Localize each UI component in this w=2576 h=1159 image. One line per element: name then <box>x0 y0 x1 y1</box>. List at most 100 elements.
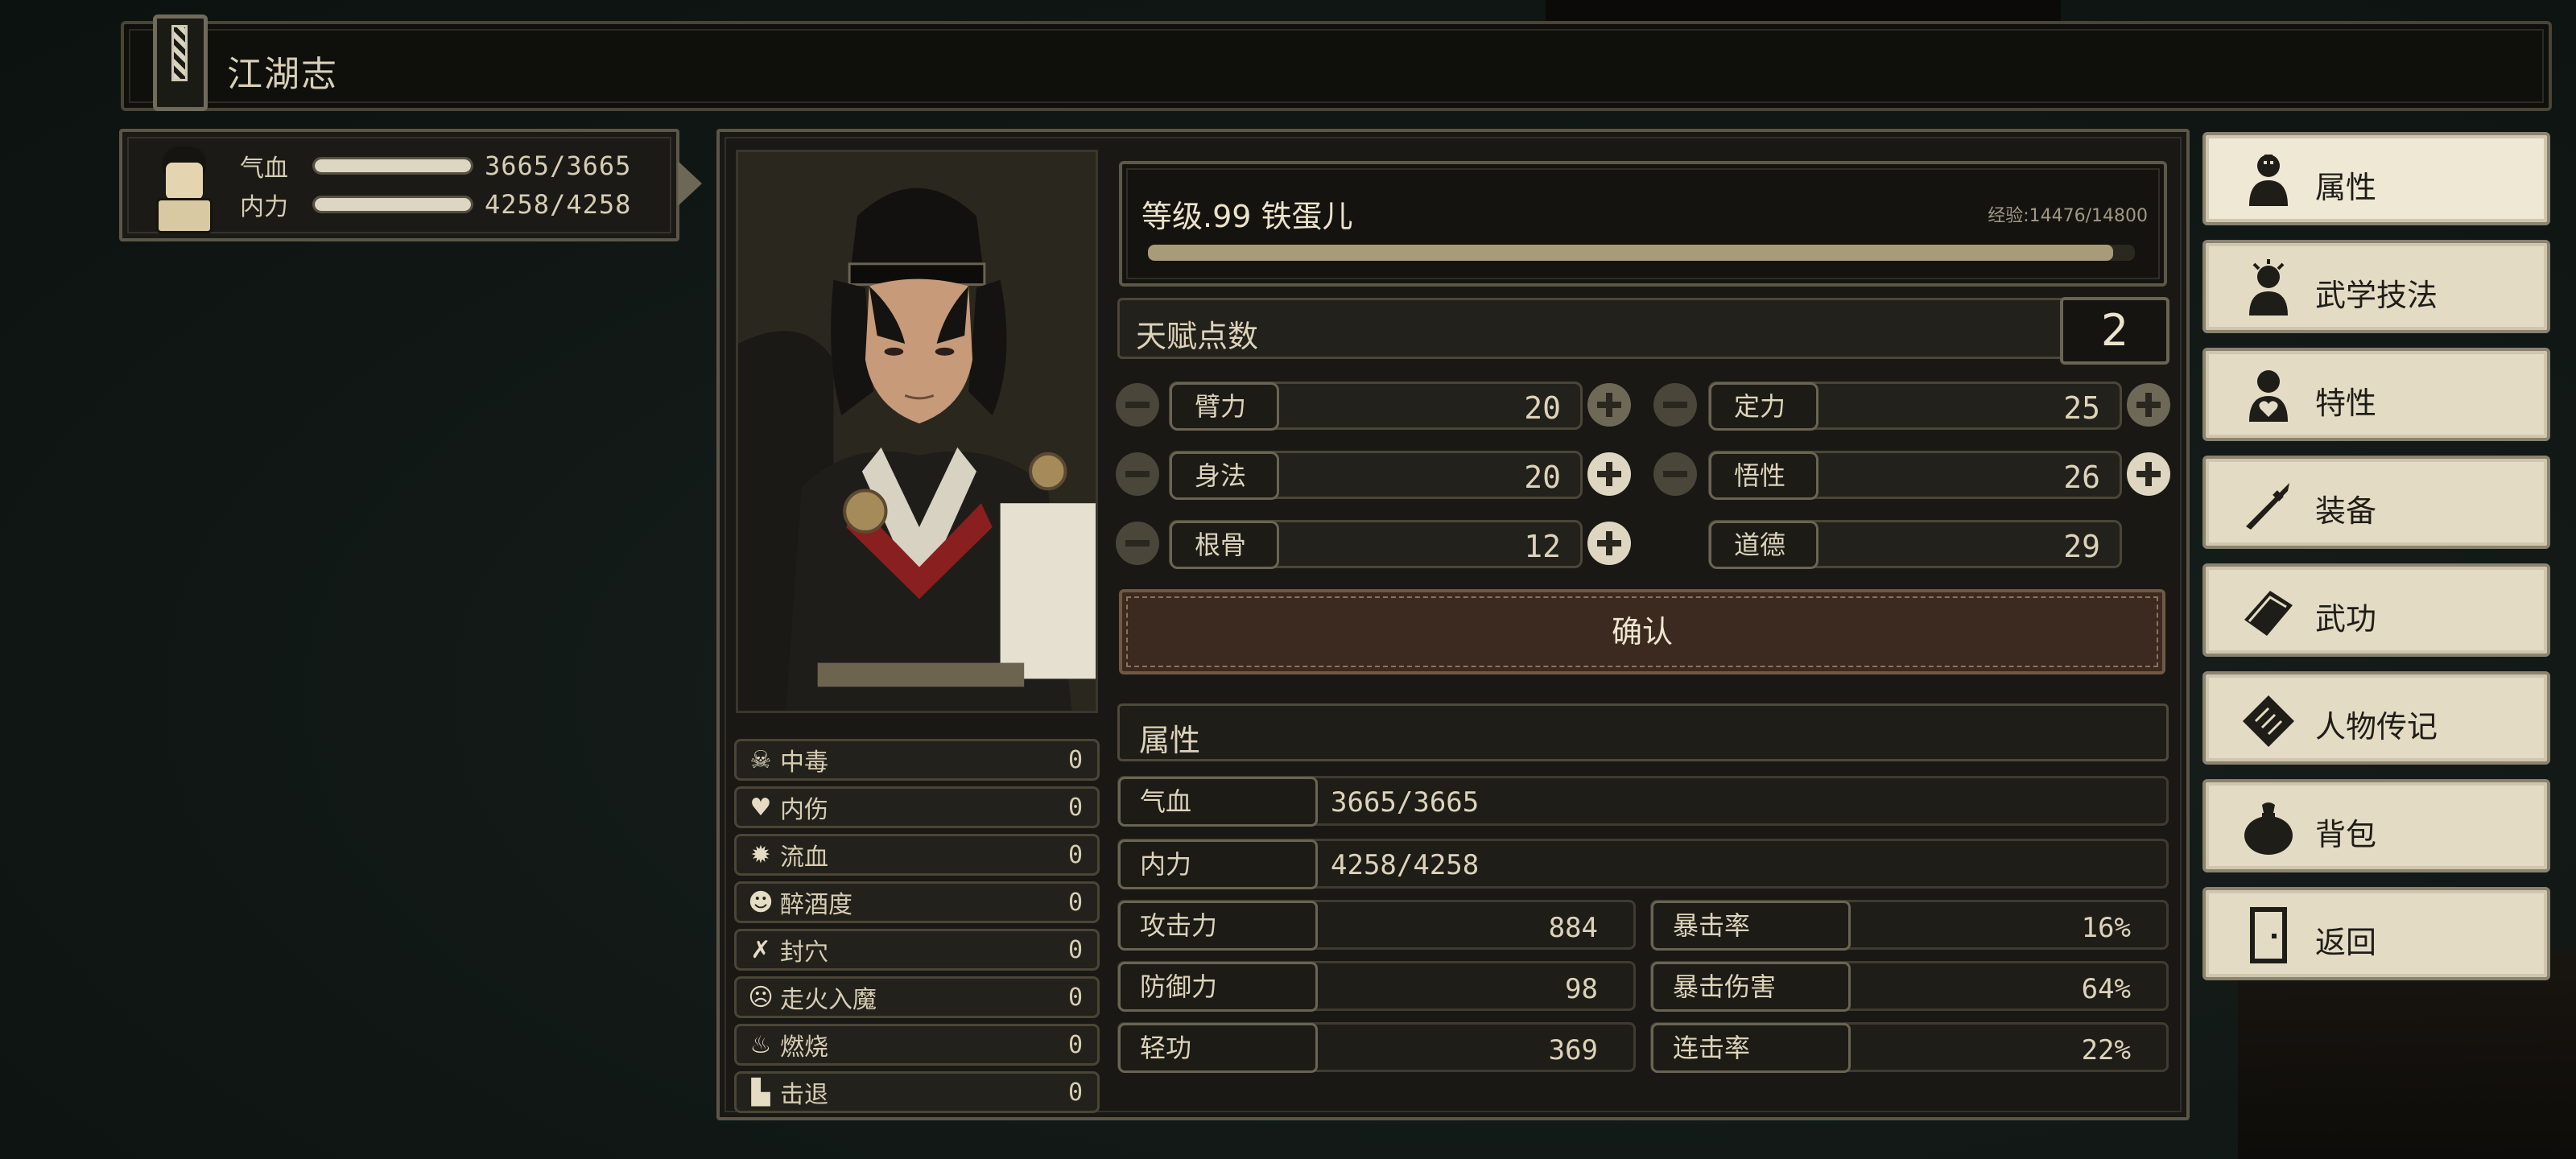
character-mini-panel[interactable]: 气血 3665/3665 内力 4258/4258 <box>119 129 679 241</box>
menu-label: 返回 <box>2315 925 2377 960</box>
status-qi-deviation: ☹ 走火入魔 0 <box>734 976 1100 1018</box>
menu-label: 特性 <box>2315 386 2377 421</box>
status-name: 醉酒度 <box>780 891 852 919</box>
menu-bag-button[interactable]: 背包 <box>2202 779 2550 872</box>
status-value: 0 <box>1067 983 1083 1012</box>
heart-person-icon <box>2249 370 2288 422</box>
mini-mp-value: 4258/4258 <box>485 189 632 220</box>
stat-qinggong: 轻功 369 <box>1117 1022 1636 1073</box>
martial-person-icon <box>2249 259 2288 316</box>
stat-label: 暴击率 <box>1651 901 1851 951</box>
status-value: 0 <box>1067 1030 1083 1059</box>
stat-value: 884 <box>1548 912 1598 944</box>
menu-martial-skills-button[interactable]: 武学技法 <box>2202 240 2550 333</box>
decrease-constitution-button[interactable] <box>1116 522 1159 565</box>
menu-equipment-button[interactable]: 装备 <box>2202 456 2550 549</box>
increase-composure-button[interactable] <box>2127 383 2170 427</box>
exp-text: 经验:14476/14800 <box>1988 206 2148 226</box>
status-name: 燃烧 <box>780 1033 828 1062</box>
status-name: 内伤 <box>780 796 828 824</box>
menu-label: 背包 <box>2315 817 2377 852</box>
stat-label: 内力 <box>1118 839 1318 889</box>
menu-biography-button[interactable]: 人物传记 <box>2202 671 2550 765</box>
attr-value: 20 <box>1524 460 1561 495</box>
menu-attributes-button[interactable]: 属性 <box>2202 132 2550 225</box>
attr-value: 12 <box>1524 529 1561 564</box>
drunk-face-icon: ☻ <box>748 888 774 917</box>
stat-defense: 防御力 98 <box>1117 961 1636 1012</box>
stat-value: 4258/4258 <box>1331 849 1480 881</box>
scroll-book-icon <box>2244 591 2293 636</box>
stat-label: 暴击伤害 <box>1651 962 1851 1012</box>
stat-crit-damage: 暴击伤害 64% <box>1650 961 2169 1012</box>
stat-value: 98 <box>1565 973 1598 1005</box>
decrease-agility-button[interactable] <box>1116 452 1159 496</box>
stat-crit-rate: 暴击率 16% <box>1650 900 2169 951</box>
stat-mp: 内力 4258/4258 <box>1117 839 2169 889</box>
door-icon <box>2250 907 2287 963</box>
status-knockback: ▙ 击退 0 <box>734 1071 1100 1113</box>
menu-back-button[interactable]: 返回 <box>2202 887 2550 980</box>
character-portrait <box>736 150 1098 713</box>
stat-combo-rate: 连击率 22% <box>1650 1022 2169 1073</box>
attr-value: 20 <box>1524 390 1561 426</box>
broken-heart-icon: ♥ <box>749 793 772 822</box>
increase-constitution-button[interactable] <box>1587 522 1631 565</box>
attr-label: 道德 <box>1709 521 1818 569</box>
attr-label: 身法 <box>1170 452 1279 500</box>
fire-icon: ♨ <box>749 1030 772 1059</box>
bag-icon <box>2244 802 2293 855</box>
selected-arrow-icon <box>678 161 702 206</box>
decrease-composure-button[interactable] <box>1653 383 1697 427</box>
section-header: 属性 <box>1117 703 2169 761</box>
person-icon <box>2249 155 2288 206</box>
status-name: 击退 <box>780 1081 828 1109</box>
attr-label: 臂力 <box>1170 382 1279 431</box>
attr-constitution: 根骨 12 <box>1169 520 1583 569</box>
attr-agility: 身法 20 <box>1169 451 1583 500</box>
menu-traits-button[interactable]: 特性 <box>2202 348 2550 441</box>
attr-value: 29 <box>2063 529 2100 564</box>
status-value: 0 <box>1067 888 1083 917</box>
boot-icon: ▙ <box>751 1078 770 1107</box>
menu-label: 装备 <box>2315 493 2377 529</box>
status-value: 0 <box>1067 935 1083 964</box>
decrease-strength-button[interactable] <box>1116 383 1159 427</box>
stat-label: 攻击力 <box>1118 901 1318 951</box>
stat-hp: 气血 3665/3665 <box>1117 776 2169 827</box>
confirm-button[interactable]: 确认 <box>1119 589 2165 674</box>
attr-strength: 臂力 20 <box>1169 382 1583 431</box>
avatar <box>142 138 227 237</box>
talent-points-row: 天赋点数 2 <box>1117 297 2169 365</box>
menu-label: 人物传记 <box>2315 709 2438 744</box>
stat-attack: 攻击力 884 <box>1117 900 1636 951</box>
increase-strength-button[interactable] <box>1587 383 1631 427</box>
mini-hp-value: 3665/3665 <box>485 151 632 181</box>
attr-composure: 定力 25 <box>1708 382 2122 431</box>
status-name: 中毒 <box>780 749 828 777</box>
confirm-label: 确认 <box>1611 614 1673 650</box>
status-value: 0 <box>1067 840 1083 869</box>
talent-label: 天赋点数 <box>1136 319 1259 354</box>
attr-value: 26 <box>2063 460 2100 495</box>
exp-bar <box>1148 245 2135 261</box>
increase-agility-button[interactable] <box>1587 452 1631 496</box>
status-bleeding: ✹ 流血 0 <box>734 834 1100 876</box>
stat-label: 气血 <box>1118 777 1318 827</box>
menu-kungfu-button[interactable]: 武功 <box>2202 563 2550 657</box>
pressure-point-icon: ✗ <box>750 935 771 964</box>
title-bar <box>121 21 2552 111</box>
stat-value: 22% <box>2081 1034 2131 1066</box>
background-rock-bottom <box>2238 950 2576 1159</box>
section-title: 属性 <box>1139 723 1201 758</box>
menu-label: 武功 <box>2315 601 2377 637</box>
mini-mp-label: 内力 <box>240 193 288 221</box>
stat-label: 防御力 <box>1118 962 1318 1012</box>
attr-value: 25 <box>2063 390 2100 426</box>
decrease-comprehension-button[interactable] <box>1653 452 1697 496</box>
increase-comprehension-button[interactable] <box>2127 452 2170 496</box>
stat-value: 64% <box>2081 973 2131 1005</box>
status-burning: ♨ 燃烧 0 <box>734 1024 1100 1066</box>
attr-label: 定力 <box>1709 382 1818 431</box>
status-name: 封穴 <box>780 938 828 967</box>
